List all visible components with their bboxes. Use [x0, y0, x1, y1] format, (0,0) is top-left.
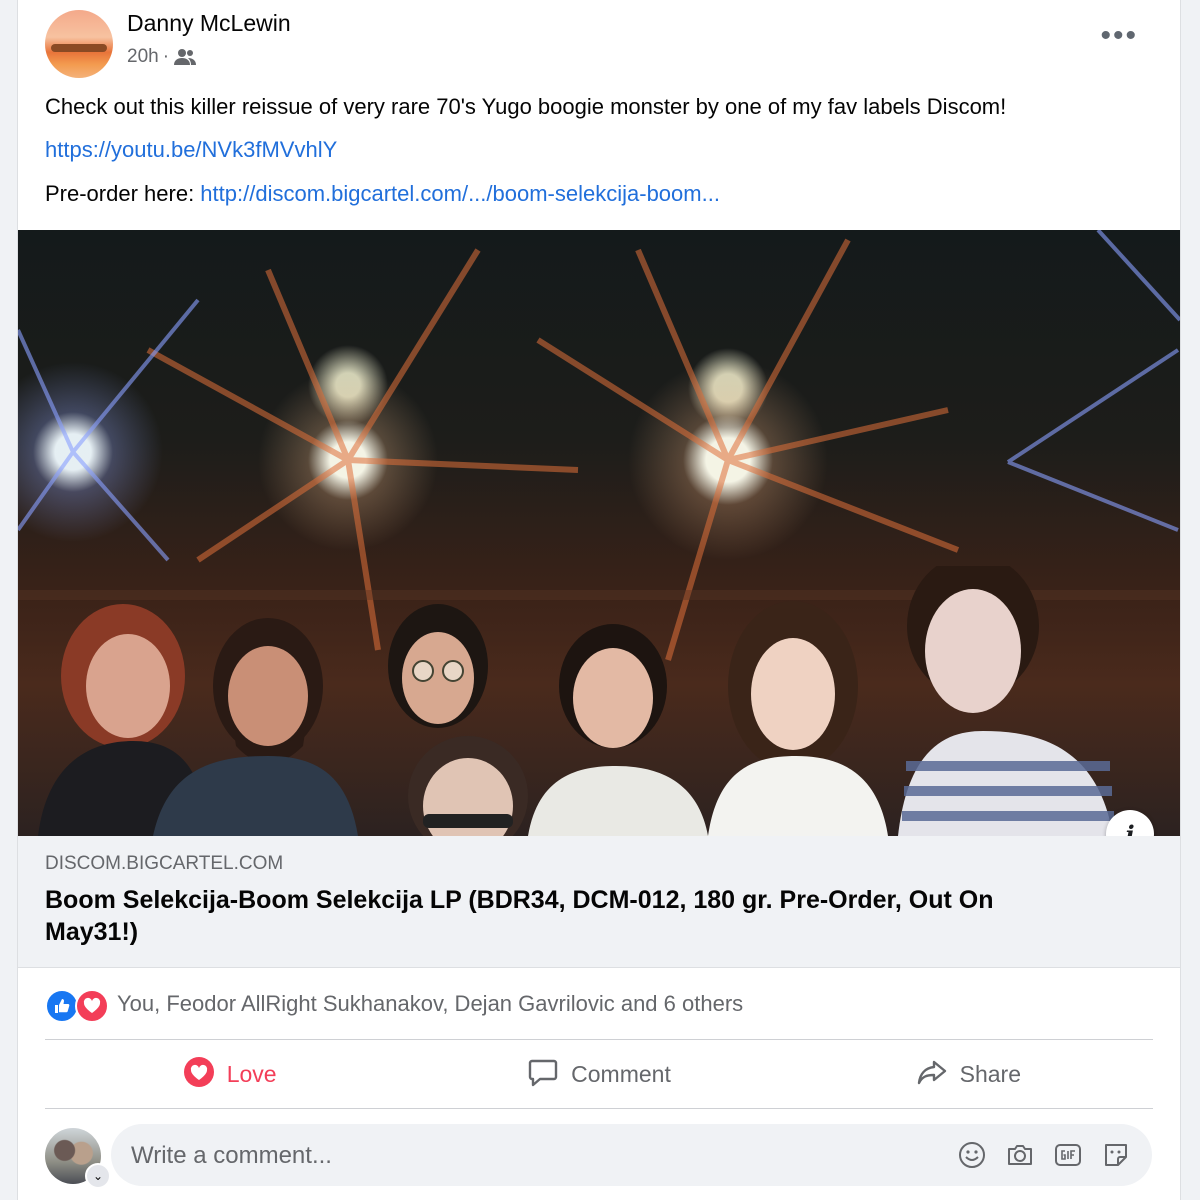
love-reaction-icon: [183, 1056, 215, 1094]
preorder-link[interactable]: http://discom.bigcartel.com/.../boom-sel…: [200, 181, 720, 206]
divider: [45, 1108, 1153, 1109]
meta-separator: ·: [162, 46, 170, 67]
share-button[interactable]: Share: [784, 1041, 1153, 1108]
post-meta: 20h ·: [127, 46, 197, 68]
comment-box: [111, 1124, 1152, 1188]
love-label: Love: [226, 1061, 277, 1087]
camera-icon[interactable]: [1004, 1139, 1036, 1171]
post-card: Danny McLewin 20h · ••• Check out this k…: [17, 0, 1181, 1200]
link-preview-card[interactable]: DISCOM.BIGCARTEL.COM Boom Selekcija-Boom…: [18, 836, 1180, 968]
youtube-link[interactable]: https://youtu.be/NVk3fMVvhlY: [45, 137, 337, 162]
link-domain: DISCOM.BIGCARTEL.COM: [45, 853, 284, 874]
like-icon: [45, 989, 79, 1023]
reactions-summary[interactable]: You, Feodor AllRight Sukhanakov, Dejan G…: [45, 986, 743, 1023]
comment-label: Comment: [571, 1061, 671, 1087]
sticker-icon[interactable]: [1100, 1139, 1132, 1171]
love-icon: [75, 989, 109, 1023]
reactions-text[interactable]: You, Feodor AllRight Sukhanakov, Dejan G…: [117, 991, 743, 1017]
post-time[interactable]: 20h: [127, 46, 159, 68]
post-body-text: Check out this killer reissue of very ra…: [45, 94, 1007, 119]
link-title[interactable]: Boom Selekcija-Boom Selekcija LP (BDR34,…: [45, 884, 1065, 948]
love-button[interactable]: Love: [45, 1041, 414, 1108]
action-bar: Love Comment Share: [45, 1041, 1153, 1108]
chevron-down-icon[interactable]: ⌄: [85, 1163, 111, 1189]
divider: [45, 1039, 1153, 1040]
comment-tools: [956, 1139, 1132, 1171]
share-label: Share: [959, 1061, 1021, 1087]
preorder-prefix: Pre-order here:: [45, 181, 201, 206]
gif-icon[interactable]: [1052, 1139, 1084, 1171]
emoji-icon[interactable]: [956, 1139, 988, 1171]
author-name[interactable]: Danny McLewin: [127, 10, 291, 37]
share-icon: [916, 1056, 948, 1094]
comment-button[interactable]: Comment: [414, 1041, 783, 1108]
preorder-line: Pre-order here: http://discom.bigcartel.…: [45, 181, 720, 207]
more-options-icon[interactable]: •••: [1100, 21, 1138, 51]
friends-audience-icon[interactable]: [173, 47, 197, 67]
link-preview-image[interactable]: [18, 230, 1180, 836]
reaction-icons: [45, 987, 113, 1023]
comment-icon: [527, 1056, 559, 1094]
comment-input[interactable]: [129, 1124, 933, 1188]
author-avatar[interactable]: [45, 10, 113, 78]
